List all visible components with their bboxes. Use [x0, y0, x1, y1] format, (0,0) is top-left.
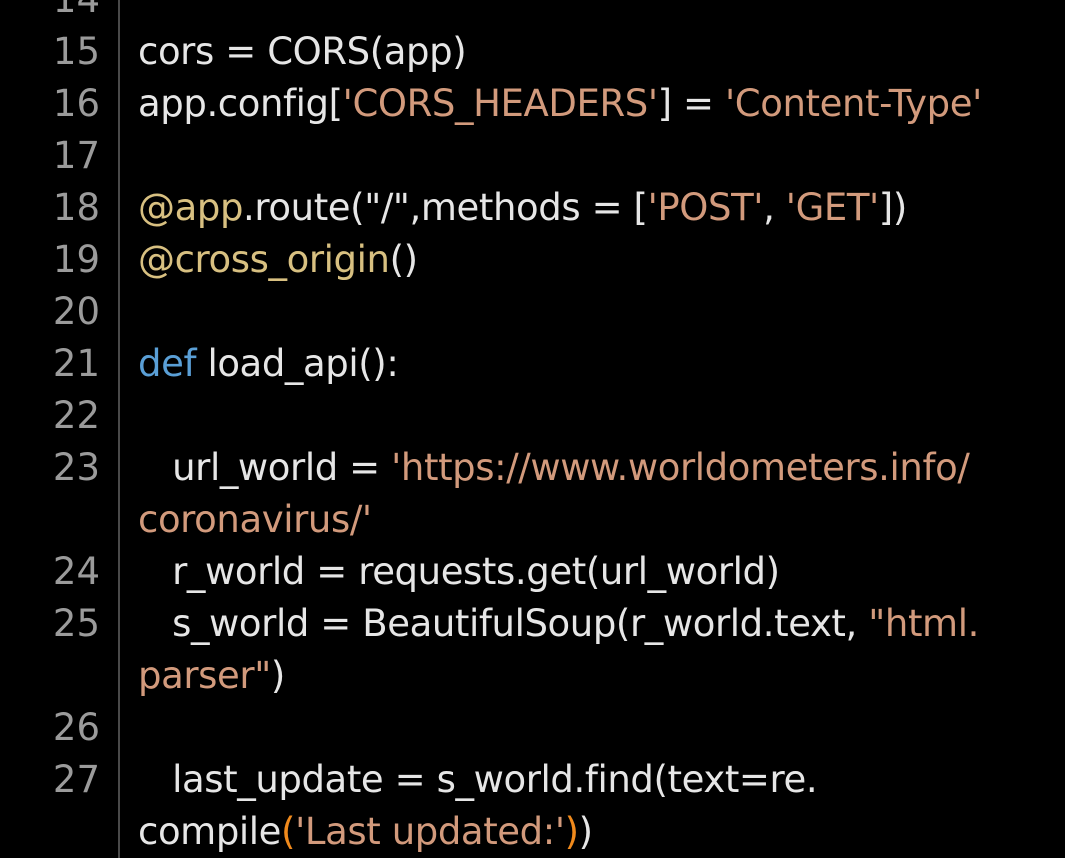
code-token: s_world = BeautifulSoup(r_world.text,	[138, 602, 869, 645]
code-text: url_world = 'https://www.worldometers.in…	[138, 442, 970, 494]
code-token: @cross_origin	[138, 238, 390, 281]
line-number: 21	[52, 342, 100, 385]
line-number: 22	[52, 394, 100, 437]
code-token: ])	[878, 186, 907, 229]
code-line[interactable]: 23 url_world = 'https://www.worldometers…	[0, 442, 1065, 494]
code-text: coronavirus/'	[138, 494, 372, 546]
code-line[interactable]: 20	[0, 286, 1065, 338]
code-text: @app.route("/",methods = ['POST', 'GET']…	[138, 182, 907, 234]
line-number: 19	[52, 238, 100, 281]
code-token: ()	[389, 238, 418, 281]
code-text: s_world = BeautifulSoup(r_world.text, "h…	[138, 598, 979, 650]
code-token: 'CORS_HEADERS'	[342, 82, 658, 125]
code-token: ] =	[657, 82, 726, 125]
code-token: r_world = requests.get(url_world)	[138, 550, 780, 593]
code-token: url_world =	[138, 446, 392, 489]
code-line[interactable]: 17	[0, 130, 1065, 182]
code-token: )	[270, 654, 285, 697]
line-number: 17	[52, 134, 100, 177]
code-line[interactable]: 15 cors = CORS(app)	[0, 26, 1065, 78]
code-token: 'Content-Type'	[725, 82, 982, 125]
code-token: "html.	[868, 602, 979, 645]
code-text: r_world = requests.get(url_world)	[138, 546, 780, 598]
line-number: 24	[52, 550, 100, 593]
line-number: 25	[52, 602, 100, 645]
code-token: (	[281, 810, 296, 853]
code-line[interactable]: 18 @app.route("/",methods = ['POST', 'GET…	[0, 182, 1065, 234]
code-token: )	[578, 810, 593, 853]
code-token: cors = CORS(app)	[138, 30, 467, 73]
code-line[interactable]: 26	[0, 702, 1065, 754]
code-token: @app	[138, 186, 244, 229]
code-token: last_update = s_world.find(text=re.	[138, 758, 818, 801]
line-number: 15	[52, 30, 100, 73]
code-token: .route("/",methods = [	[243, 186, 648, 229]
code-text: parser")	[138, 650, 285, 702]
code-line[interactable]: 25 s_world = BeautifulSoup(r_world.text,…	[0, 598, 1065, 650]
code-text: @cross_origin()	[138, 234, 418, 286]
code-line[interactable]: 14	[0, 0, 1065, 26]
code-token: 'https://www.worldometers.info/	[391, 446, 970, 489]
code-line[interactable]: parser")	[0, 650, 1065, 702]
code-editor[interactable]: 14 15 cors = CORS(app) 16 app.config['CORS_H…	[0, 0, 1065, 858]
code-token: parser"	[138, 654, 271, 697]
code-line[interactable]: 16 app.config['CORS_HEADERS'] = 'Content-…	[0, 78, 1065, 130]
code-line[interactable]: 24 r_world = requests.get(url_world)	[0, 546, 1065, 598]
code-token: def	[138, 342, 197, 385]
code-text: app.config['CORS_HEADERS'] = 'Content-Ty…	[138, 78, 982, 130]
code-line[interactable]: compile('Last updated:'))	[0, 806, 1065, 858]
code-token: app.config[	[138, 82, 343, 125]
code-token: ,	[763, 186, 786, 229]
line-number: 20	[52, 290, 100, 333]
code-token: load_api():	[196, 342, 399, 385]
code-text: last_update = s_world.find(text=re.	[138, 754, 818, 806]
code-token: coronavirus/'	[138, 498, 372, 541]
code-text: cors = CORS(app)	[138, 26, 467, 78]
code-text: def load_api():	[138, 338, 399, 390]
code-line[interactable]: coronavirus/'	[0, 494, 1065, 546]
code-token: )	[564, 810, 579, 853]
code-line[interactable]: 22	[0, 390, 1065, 442]
code-token: 'GET'	[785, 186, 879, 229]
code-token: 'POST'	[647, 186, 764, 229]
line-number: 23	[52, 446, 100, 489]
code-line[interactable]: 19 @cross_origin()	[0, 234, 1065, 286]
code-token: 'Last updated:'	[295, 810, 565, 853]
code-line[interactable]: 27 last_update = s_world.find(text=re.	[0, 754, 1065, 806]
line-number: 16	[52, 82, 100, 125]
code-line[interactable]: 21 def load_api():	[0, 338, 1065, 390]
line-number: 26	[52, 706, 100, 749]
line-number: 18	[52, 186, 100, 229]
line-number: 27	[52, 758, 100, 801]
line-number: 14	[0, 0, 100, 26]
code-token: compile	[138, 810, 282, 853]
code-text: compile('Last updated:'))	[138, 806, 593, 858]
